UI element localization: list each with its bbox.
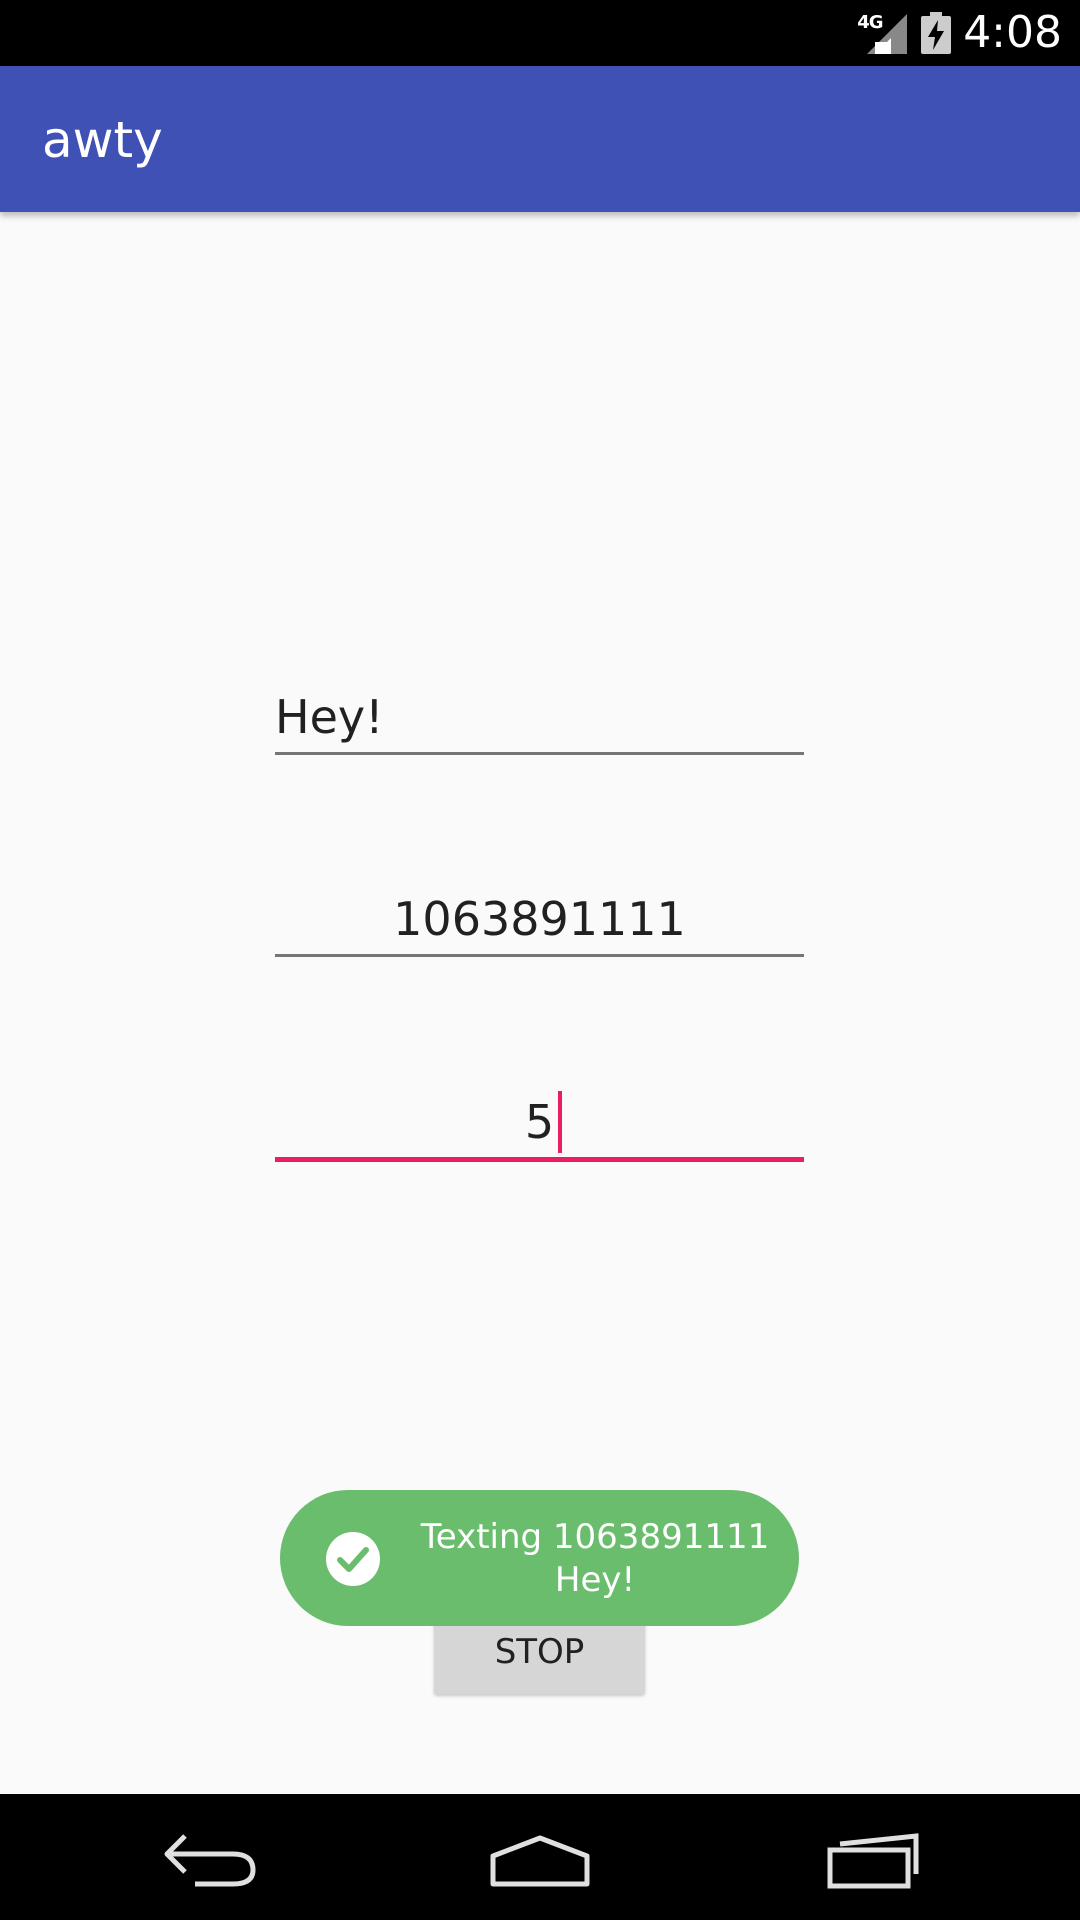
screen: 4G 4:08 awty Hey! 1063891111 5 STOP Text… [0, 0, 1080, 1920]
recents-icon[interactable] [818, 1822, 928, 1892]
status-icons: 4G 4:08 [857, 8, 1062, 58]
toast-message: Texting 1063891111 Hey! [280, 1490, 799, 1626]
clock: 4:08 [963, 7, 1062, 58]
interval-field[interactable]: 5 [275, 1090, 804, 1162]
message-field[interactable]: Hey! [275, 685, 804, 755]
toast-text: Texting 1063891111 Hey! [400, 1516, 790, 1602]
phone-number-field[interactable]: 1063891111 [275, 887, 804, 957]
back-icon[interactable] [155, 1822, 265, 1892]
signal-icon: 4G [857, 10, 909, 56]
phone-number-value: 1063891111 [393, 892, 686, 946]
navigation-bar [0, 1794, 1080, 1920]
battery-charging-icon [921, 12, 952, 54]
interval-value-wrap: 5 [275, 1090, 804, 1154]
toast-line-2: Hey! [554, 1560, 636, 1600]
check-circle-icon [326, 1532, 380, 1586]
toast-line-1: Texting 1063891111 [420, 1517, 770, 1557]
app-bar: awty [0, 66, 1080, 212]
message-value: Hey! [275, 690, 384, 744]
app-title: awty [42, 111, 163, 169]
status-bar: 4G 4:08 [0, 0, 1080, 66]
interval-value: 5 [524, 1095, 555, 1149]
home-icon[interactable] [485, 1822, 595, 1892]
text-cursor [558, 1090, 563, 1153]
